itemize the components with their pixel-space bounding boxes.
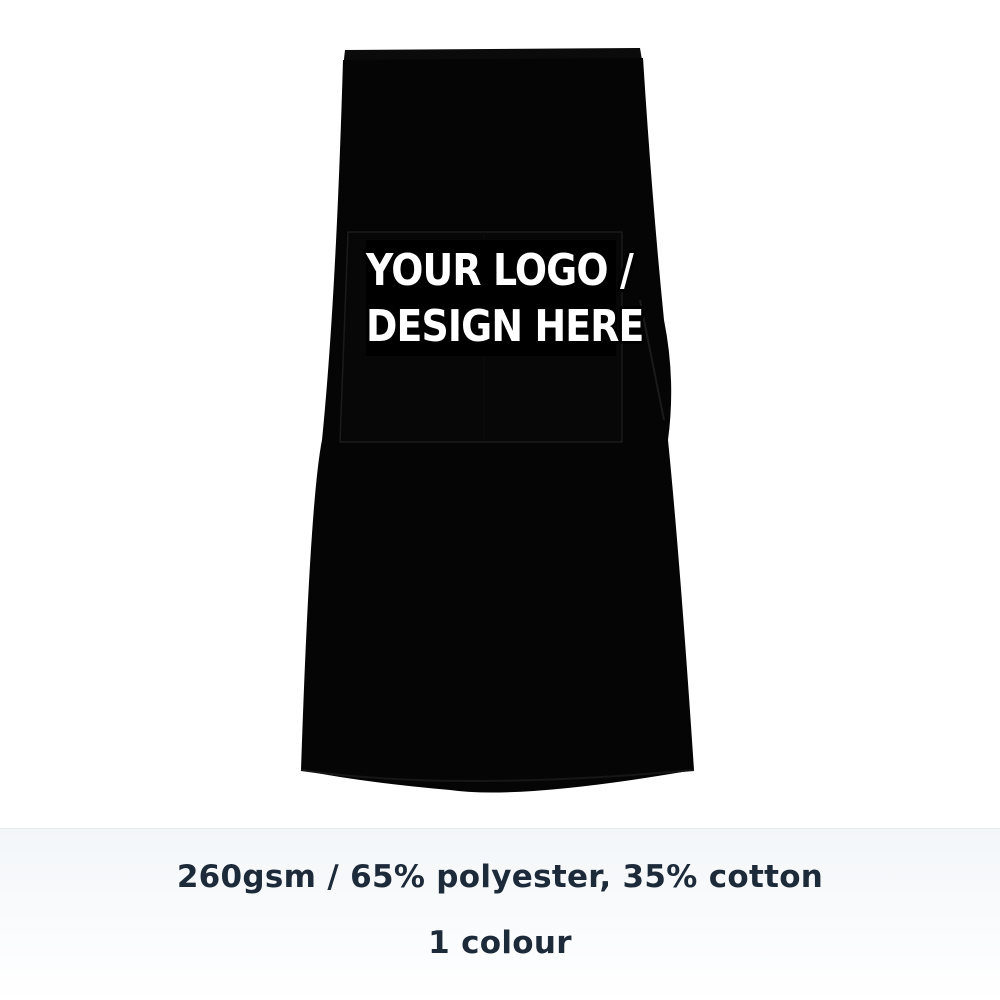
logo-placeholder-text: YOUR LOGO / DESIGN HERE	[366, 243, 644, 355]
material-spec: 260gsm / 65% polyester, 35% cotton	[176, 859, 824, 895]
logo-line-2: DESIGN HERE	[366, 301, 644, 352]
apron-illustration	[300, 48, 695, 793]
logo-line-1: YOUR LOGO /	[366, 245, 634, 296]
product-image: YOUR LOGO / DESIGN HERE	[0, 0, 1000, 828]
spec-panel: 260gsm / 65% polyester, 35% cotton 1 col…	[0, 828, 1000, 1000]
colour-spec: 1 colour	[428, 925, 572, 961]
product-page: YOUR LOGO / DESIGN HERE 260gsm / 65% pol…	[0, 0, 1000, 1000]
